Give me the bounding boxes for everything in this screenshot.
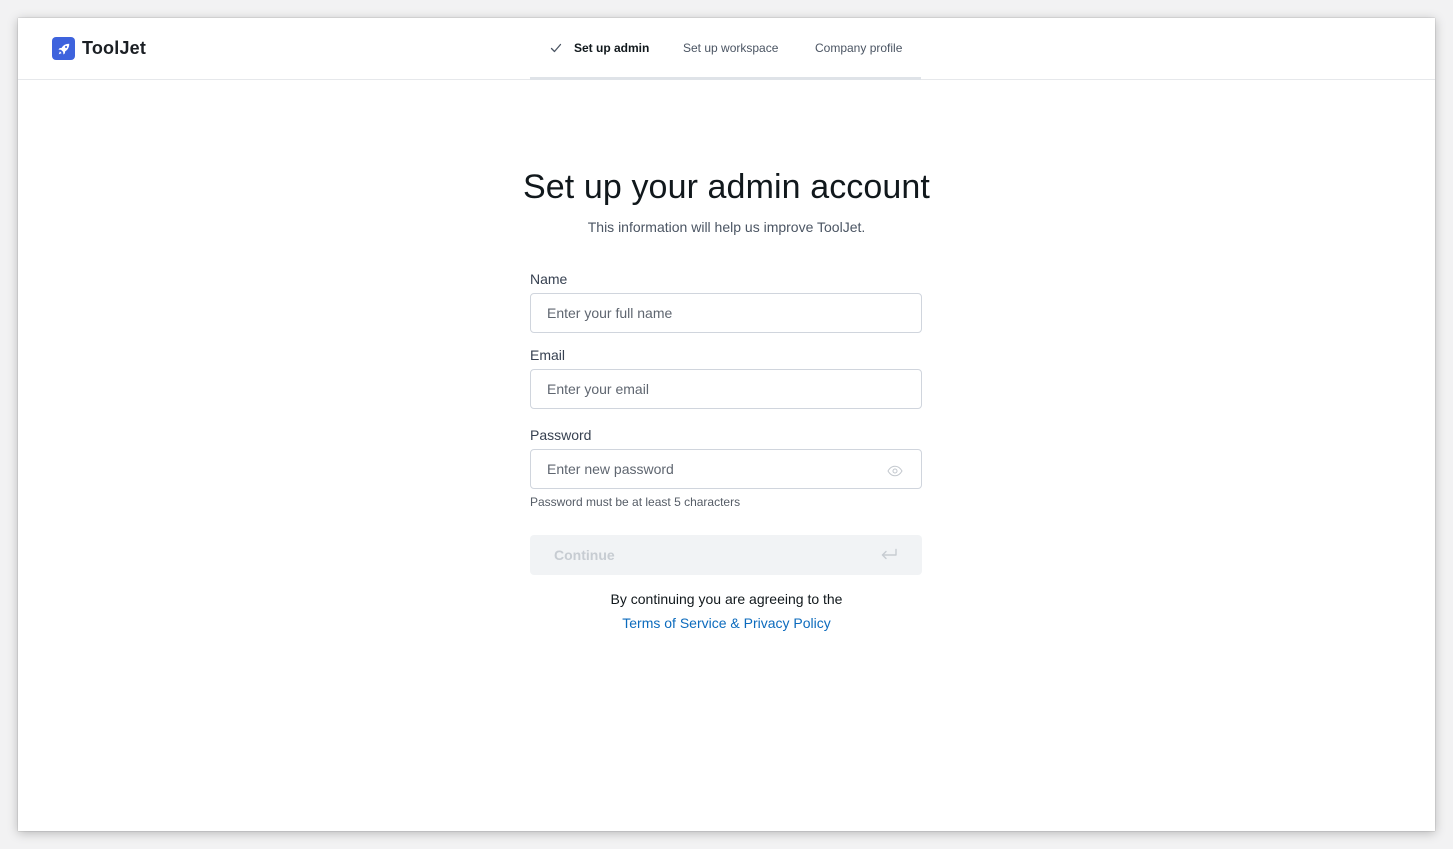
password-label: Password <box>530 427 592 443</box>
terms-privacy-link[interactable]: Terms of Service & Privacy Policy <box>622 615 831 631</box>
agreement-text: By continuing you are agreeing to the <box>610 591 843 607</box>
password-hint: Password must be at least 5 characters <box>530 495 741 509</box>
email-label: Email <box>530 347 566 363</box>
password-input[interactable] <box>530 449 922 489</box>
name-label: Name <box>530 271 568 287</box>
continue-button[interactable]: Continue <box>530 535 922 575</box>
admin-setup-form: Set up your admin account This informati… <box>18 18 1435 831</box>
eye-icon[interactable] <box>887 464 903 477</box>
email-input[interactable] <box>530 369 922 409</box>
page-title: Set up your admin account <box>523 168 930 206</box>
app-window: ToolJet Set up admin Set up workspace Co… <box>18 18 1435 831</box>
name-input[interactable] <box>530 293 922 333</box>
continue-label: Continue <box>554 547 615 563</box>
enter-icon <box>880 548 898 562</box>
page-subtitle: This information will help us improve To… <box>587 219 866 235</box>
terms-privacy-link-wrapper: Terms of Service & Privacy Policy <box>18 615 1435 631</box>
